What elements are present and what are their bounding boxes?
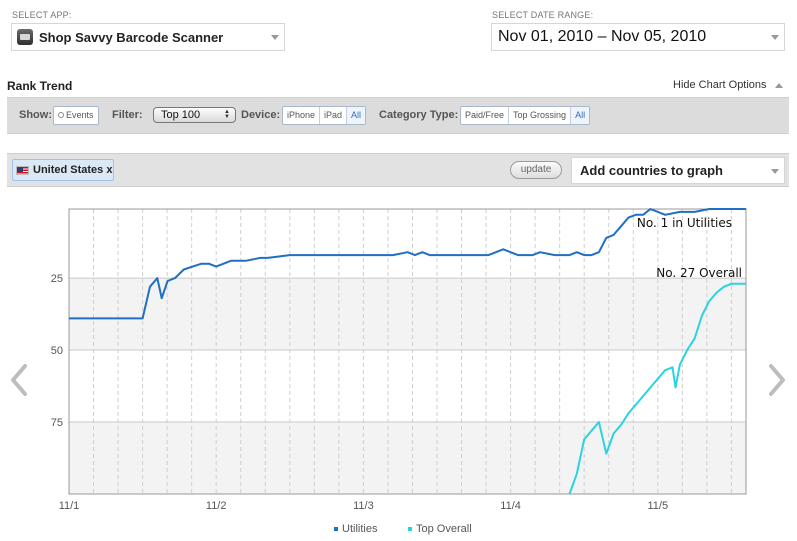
app-icon — [17, 29, 33, 45]
update-button[interactable]: update — [510, 161, 562, 179]
select-date-label: SELECT DATE RANGE: — [492, 10, 594, 20]
country-tag-united-states[interactable]: United States x — [12, 159, 114, 181]
app-select-value: Shop Savvy Barcode Scanner — [39, 29, 224, 45]
chevron-down-icon — [771, 35, 779, 40]
app-select[interactable]: Shop Savvy Barcode Scanner — [11, 23, 285, 51]
legend-utilities-swatch — [334, 527, 338, 531]
date-range-value: Nov 01, 2010 – Nov 05, 2010 — [498, 28, 707, 45]
legend-utilities[interactable]: Utilities — [334, 523, 377, 535]
date-range-select[interactable]: Nov 01, 2010 – Nov 05, 2010 — [491, 23, 785, 51]
device-segmented-control: iPhone iPad All — [282, 106, 367, 125]
rank-trend-title: Rank Trend — [7, 79, 73, 93]
hide-chart-options-link[interactable]: Hide Chart Options — [673, 79, 783, 91]
legend-top-overall-label: Top Overall — [416, 523, 472, 535]
category-segmented-control: Paid/Free Top Grossing All — [460, 106, 591, 125]
radio-circle-icon — [58, 112, 64, 118]
grid-band — [69, 278, 746, 351]
chevron-down-icon — [271, 35, 279, 40]
events-label: Events — [66, 110, 94, 120]
triangle-up-icon — [774, 82, 783, 88]
category-option-top-grossing[interactable]: Top Grossing — [509, 107, 572, 124]
legend-top-overall[interactable]: Top Overall — [408, 523, 472, 535]
up-down-arrows-icon: ▲ ▼ — [224, 109, 230, 120]
us-flag-icon — [16, 165, 29, 175]
category-option-paid-free[interactable]: Paid/Free — [461, 107, 510, 124]
grid-band — [69, 422, 746, 494]
x-tick-label: 11/2 — [206, 500, 227, 512]
y-tick-label: 25 — [51, 273, 63, 285]
hide-chart-options-label: Hide Chart Options — [673, 79, 767, 91]
rank-trend-chart: 25 50 75 11/1 11/2 11/3 11/4 11/5 No. 1 in Utili… — [51, 208, 747, 512]
chart-annotation: No. 1 in Utilities — [637, 216, 732, 230]
country-tag-label: United States x — [33, 164, 113, 176]
filter-select[interactable]: Top 100 ▲ ▼ — [153, 107, 236, 123]
y-tick-label: 50 — [51, 345, 63, 357]
device-option-all[interactable]: All — [347, 107, 366, 124]
device-option-iphone[interactable]: iPhone — [283, 107, 321, 124]
x-tick-label: 11/1 — [59, 500, 80, 512]
legend-top-overall-swatch — [408, 527, 412, 531]
events-toggle[interactable]: Events — [53, 106, 99, 125]
y-tick-label: 75 — [51, 417, 63, 429]
x-tick-label: 11/5 — [648, 500, 669, 512]
x-tick-label: 11/3 — [353, 500, 374, 512]
add-countries-placeholder: Add countries to graph — [580, 163, 723, 178]
device-option-ipad[interactable]: iPad — [320, 107, 348, 124]
chart-options-bar: Show: Events Filter: Top 100 ▲ ▼ Device: … — [7, 97, 789, 134]
category-option-all[interactable]: All — [571, 107, 590, 124]
select-app-label: SELECT APP: — [12, 10, 72, 20]
chart-annotation: No. 27 Overall — [656, 266, 742, 280]
legend-utilities-label: Utilities — [342, 523, 378, 535]
add-countries-select[interactable]: Add countries to graph — [571, 157, 785, 184]
x-tick-label: 11/4 — [500, 500, 521, 512]
events-toggle-label: Events — [54, 107, 98, 124]
filter-label: Filter: — [112, 109, 143, 121]
chevron-down-icon — [771, 168, 779, 174]
category-type-label: Category Type: — [379, 109, 459, 121]
show-label: Show: — [19, 109, 52, 121]
filter-select-value: Top 100 — [161, 109, 201, 121]
device-label: Device: — [241, 109, 281, 121]
